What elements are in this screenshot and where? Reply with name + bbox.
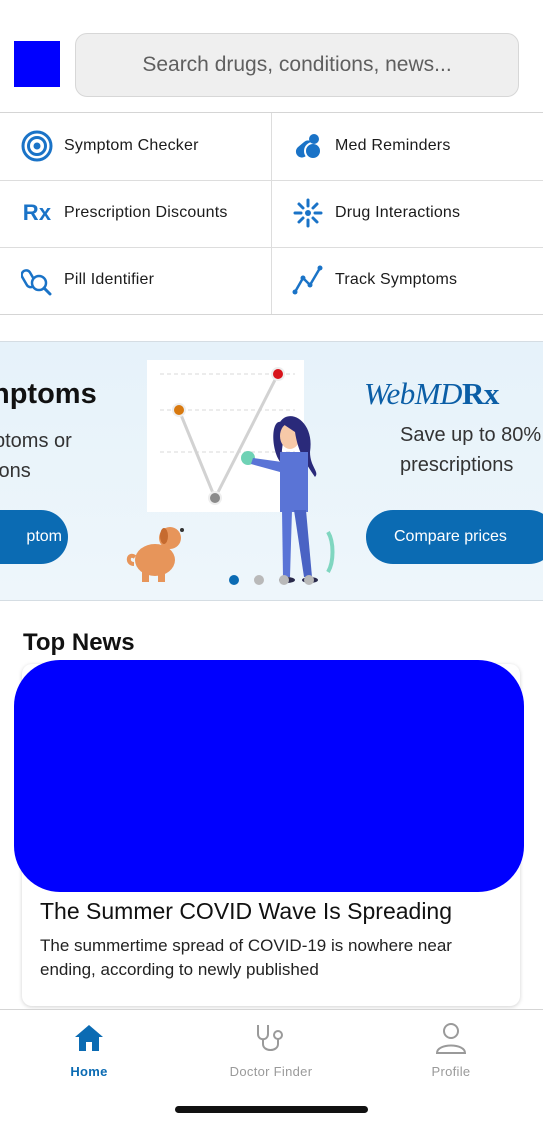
doctor-chart-illustration	[126, 360, 335, 583]
news-image[interactable]	[14, 660, 524, 892]
target-icon	[20, 129, 54, 163]
home-icon	[73, 1018, 105, 1058]
carousel-dot-active[interactable]	[229, 575, 239, 585]
brand-name: WebMD	[364, 376, 462, 411]
promo-carousel[interactable]: nptoms ptoms or ions ptom	[0, 341, 543, 601]
slide-text-line: ptoms or	[0, 430, 72, 452]
trend-line-icon	[291, 263, 325, 297]
carousel-dot[interactable]	[304, 575, 314, 585]
pills-icon	[291, 129, 325, 163]
med-reminders-link[interactable]: Med Reminders	[291, 113, 451, 179]
pill-identifier-label: Pill Identifier	[64, 271, 155, 288]
news-article-title[interactable]: The Summer COVID Wave Is Spreading	[40, 898, 452, 925]
pill-identifier-link[interactable]: Pill Identifier	[20, 247, 154, 313]
prescription-discounts-link[interactable]: Rx Prescription Discounts	[20, 180, 228, 246]
slide-text-line: prescriptions	[400, 454, 514, 476]
app-logo[interactable]	[14, 41, 60, 87]
drug-interactions-label: Drug Interactions	[335, 204, 461, 221]
compare-prices-button[interactable]: Compare prices	[366, 510, 543, 564]
drug-interactions-link[interactable]: Drug Interactions	[291, 180, 460, 246]
slide-text: Save up to 80% prescriptions	[400, 420, 543, 480]
person-icon	[434, 1018, 468, 1058]
symptom-checker-cta-button[interactable]: ptom	[0, 510, 68, 564]
home-indicator	[175, 1106, 368, 1113]
slide-text-line: ions	[0, 460, 31, 482]
stethoscope-icon	[252, 1018, 290, 1058]
symptom-checker-label: Symptom Checker	[64, 137, 199, 154]
med-reminders-label: Med Reminders	[335, 137, 451, 154]
rx-icon: Rx	[22, 200, 52, 225]
carousel-dot[interactable]	[279, 575, 289, 585]
symptom-checker-link[interactable]: Symptom Checker	[20, 113, 199, 179]
track-symptoms-link[interactable]: Track Symptoms	[291, 247, 457, 313]
nav-doctor-finder-label: Doctor Finder	[229, 1064, 313, 1079]
divider	[271, 113, 272, 314]
track-symptoms-label: Track Symptoms	[335, 271, 458, 288]
webmdrx-logo: WebMDRx	[364, 376, 499, 412]
slide-text: ptoms or ions	[0, 426, 114, 486]
carousel-dot[interactable]	[254, 575, 264, 585]
slide-title: nptoms	[0, 378, 97, 410]
slide-text-line: Save up to 80%	[400, 424, 542, 446]
nav-profile-label: Profile	[431, 1064, 471, 1079]
search-input[interactable]	[76, 34, 518, 96]
nav-home-label: Home	[70, 1064, 108, 1079]
top-news-heading: Top News	[23, 629, 135, 656]
news-article-description: The summertime spread of COVID-19 is now…	[40, 936, 452, 979]
search-bar[interactable]	[75, 33, 519, 97]
brand-rx: Rx	[461, 376, 499, 411]
quick-links-grid: Symptom Checker Med Reminders Rx Prescri…	[0, 112, 543, 315]
nav-home[interactable]: Home	[19, 1018, 159, 1079]
nav-doctor-finder[interactable]: Doctor Finder	[201, 1018, 341, 1079]
prescription-discounts-label: Prescription Discounts	[64, 204, 228, 221]
pill-search-icon	[20, 263, 54, 297]
interaction-icon	[291, 196, 325, 230]
nav-profile[interactable]: Profile	[381, 1018, 521, 1079]
